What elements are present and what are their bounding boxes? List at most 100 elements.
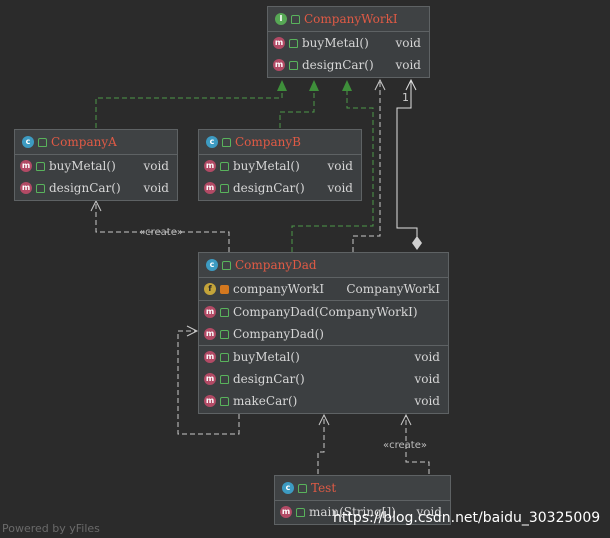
class-icon: c [206, 259, 218, 271]
node-companya[interactable]: c CompanyA m buyMetal() void m designCar… [14, 129, 178, 201]
node-title: Test [311, 481, 337, 495]
public-lock-icon [296, 507, 305, 517]
public-lock-icon [36, 183, 45, 193]
method-name: buyMetal() [302, 36, 369, 50]
method-name: designCar() [49, 181, 121, 195]
method-row[interactable]: m makeCar() void [199, 390, 448, 412]
method-icon: m [204, 328, 216, 340]
field-name: companyWorkI [233, 282, 325, 296]
public-lock-icon [291, 14, 300, 24]
method-icon: m [204, 160, 216, 172]
methods-section: m buyMetal() void m designCar() void [268, 32, 429, 76]
method-icon: m [204, 373, 216, 385]
fields-section: f companyWorkI CompanyWorkI [199, 278, 448, 301]
class-icon: c [22, 136, 34, 148]
constructor-row[interactable]: m CompanyDad() [199, 323, 448, 345]
field-row[interactable]: f companyWorkI CompanyWorkI [199, 278, 448, 300]
node-title: CompanyA [51, 135, 117, 149]
methods-section: m buyMetal() void m designCar() void [199, 155, 361, 199]
public-lock-icon [298, 483, 307, 493]
edge-label-create-companya: «create» [139, 227, 183, 238]
public-lock-icon [289, 38, 298, 48]
public-lock-icon [220, 396, 229, 406]
method-icon: m [20, 160, 32, 172]
node-title: CompanyWorkI [304, 12, 398, 26]
method-icon: m [273, 37, 285, 49]
node-header: c Test [275, 476, 450, 501]
method-name: buyMetal() [233, 350, 300, 364]
node-header: c CompanyDad [199, 253, 448, 278]
node-header: I CompanyWorkI [268, 7, 429, 32]
method-type: void [395, 58, 421, 72]
method-icon: m [204, 351, 216, 363]
method-type: void [414, 372, 440, 386]
public-lock-icon [220, 161, 229, 171]
method-icon: m [20, 182, 32, 194]
node-companyb[interactable]: c CompanyB m buyMetal() void m designCar… [198, 129, 362, 201]
method-name: designCar() [233, 181, 305, 195]
method-type: void [143, 159, 169, 173]
method-type: void [414, 394, 440, 408]
method-icon: m [204, 182, 216, 194]
method-name: buyMetal() [49, 159, 116, 173]
method-row[interactable]: m designCar() void [15, 177, 177, 199]
method-icon: m [204, 306, 216, 318]
method-icon: m [204, 395, 216, 407]
edge-realization-companyb [279, 90, 315, 128]
public-lock-icon [220, 307, 229, 317]
constructors-section: m CompanyDad(CompanyWorkI) m CompanyDad(… [199, 301, 448, 346]
method-type: void [414, 350, 440, 364]
public-lock-icon [220, 183, 229, 193]
multiplicity-label: 1 [402, 91, 409, 104]
public-lock-icon [222, 137, 231, 147]
method-name: buyMetal() [233, 159, 300, 173]
method-name: makeCar() [233, 394, 298, 408]
method-row[interactable]: m buyMetal() void [199, 346, 448, 368]
node-header: c CompanyB [199, 130, 361, 155]
public-lock-icon [220, 329, 229, 339]
aggregation-diamond [412, 236, 422, 250]
node-title: CompanyDad [235, 258, 317, 272]
edge-label-create-test: «create» [383, 440, 427, 451]
method-row[interactable]: m designCar() void [199, 177, 361, 199]
method-row[interactable]: m buyMetal() void [15, 155, 177, 177]
node-title: CompanyB [235, 135, 301, 149]
public-lock-icon [220, 352, 229, 362]
field-icon: f [204, 283, 216, 295]
class-icon: c [282, 482, 294, 494]
public-lock-icon [36, 161, 45, 171]
method-row[interactable]: m designCar() void [199, 368, 448, 390]
public-lock-icon [289, 60, 298, 70]
edge-realization-companya [95, 90, 283, 128]
public-lock-icon [220, 374, 229, 384]
node-header: c CompanyA [15, 130, 177, 155]
watermark-text: Powered by yFiles [2, 522, 100, 535]
method-name: designCar() [302, 58, 374, 72]
constructor-row[interactable]: m CompanyDad(CompanyWorkI) [199, 301, 448, 323]
field-type: CompanyWorkI [346, 282, 440, 296]
method-row[interactable]: m buyMetal() void [268, 32, 429, 54]
method-row[interactable]: m designCar() void [268, 54, 429, 76]
interface-icon: I [275, 13, 287, 25]
constructor-name: CompanyDad() [233, 327, 324, 341]
node-companyworki[interactable]: I CompanyWorkI m buyMetal() void m desig… [267, 6, 430, 78]
methods-section: m buyMetal() void m designCar() void m m… [199, 346, 448, 412]
class-icon: c [206, 136, 218, 148]
constructor-name: CompanyDad(CompanyWorkI) [233, 305, 418, 319]
method-type: void [143, 181, 169, 195]
public-lock-icon [38, 137, 47, 147]
private-lock-icon [220, 284, 229, 294]
method-type: void [395, 36, 421, 50]
method-row[interactable]: m buyMetal() void [199, 155, 361, 177]
method-type: void [327, 181, 353, 195]
method-name: designCar() [233, 372, 305, 386]
method-icon: m [273, 59, 285, 71]
method-icon: m [280, 506, 292, 518]
node-companydad[interactable]: c CompanyDad f companyWorkI CompanyWorkI… [198, 252, 449, 414]
arrowhead-realization-companyb [309, 80, 319, 91]
source-url-watermark: https://blog.csdn.net/baidu_30325009 [333, 510, 601, 526]
public-lock-icon [222, 260, 231, 270]
arrowhead-realization-companya [277, 80, 287, 91]
methods-section: m buyMetal() void m designCar() void [15, 155, 177, 199]
arrowhead-realization-companydad [342, 80, 352, 91]
